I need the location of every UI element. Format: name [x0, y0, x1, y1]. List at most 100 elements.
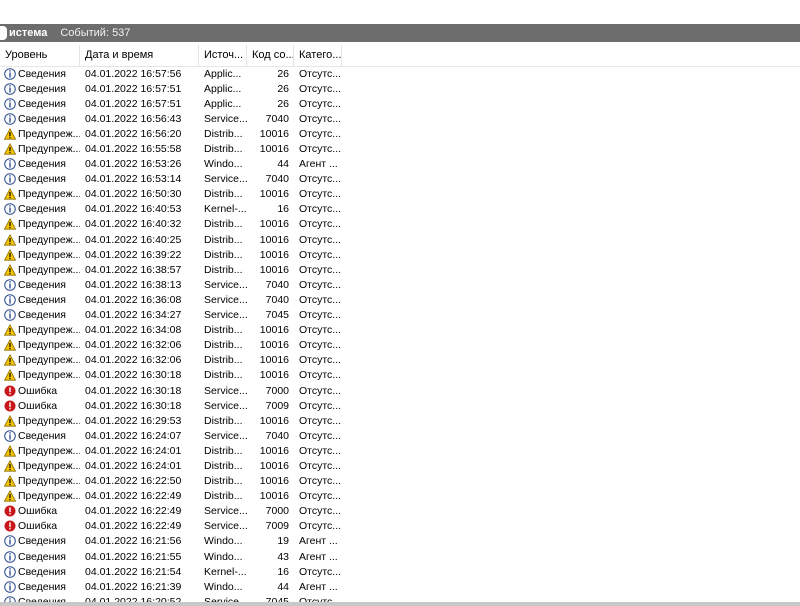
- date-cell: 04.01.2022 16:57:56: [85, 67, 182, 80]
- event-row[interactable]: Предупреж... 04.01.2022 16:32:06 Distrib..…: [0, 353, 800, 368]
- level-label: Сведения: [18, 203, 66, 216]
- level-cell: Сведения: [0, 581, 80, 593]
- column-header-category[interactable]: Катего...: [294, 45, 342, 66]
- source-cell: Service...: [204, 520, 247, 533]
- level-cell: Сведения: [0, 279, 80, 291]
- category-cell: Отсутс...: [299, 354, 342, 367]
- source-cell: Distrib...: [204, 339, 243, 352]
- event-row[interactable]: Предупреж... 04.01.2022 16:30:18 Distrib..…: [0, 368, 800, 383]
- level-label: Предупреж...: [18, 218, 80, 231]
- event-row[interactable]: Предупреж... 04.01.2022 16:24:01 Distrib..…: [0, 458, 800, 473]
- category-cell: Отсутс...: [299, 127, 342, 140]
- level-cell: Сведения: [0, 566, 80, 578]
- event-row[interactable]: Ошибка 04.01.2022 16:30:18 Service... 7000 О…: [0, 383, 800, 398]
- event-row[interactable]: Предупреж... 04.01.2022 16:39:22 Distrib..…: [0, 247, 800, 262]
- event-row[interactable]: Сведения 04.01.2022 16:20:52 Service... 704…: [0, 594, 800, 602]
- date-cell: 04.01.2022 16:56:20: [85, 127, 182, 140]
- source-cell: Service...: [204, 429, 247, 442]
- source-cell: Service...: [204, 309, 247, 322]
- date-cell: 04.01.2022 16:36:08: [85, 293, 182, 306]
- event-row[interactable]: Сведения 04.01.2022 16:38:13 Service... 704…: [0, 277, 800, 292]
- date-cell: 04.01.2022 16:40:53: [85, 203, 182, 216]
- level-cell: Предупреж...: [0, 218, 80, 230]
- category-cell: Отсутс...: [299, 173, 342, 186]
- category-cell: Отсутс...: [299, 248, 342, 261]
- column-header-source[interactable]: Источ...: [199, 45, 247, 66]
- date-cell: 04.01.2022 16:39:22: [85, 248, 182, 261]
- date-cell: 04.01.2022 16:34:08: [85, 324, 182, 337]
- event-row[interactable]: Предупреж... 04.01.2022 16:24:01 Distrib..…: [0, 443, 800, 458]
- column-header-date[interactable]: Дата и время: [80, 45, 199, 66]
- warning-icon: [3, 143, 17, 155]
- event-row[interactable]: Предупреж... 04.01.2022 16:40:32 Distrib..…: [0, 217, 800, 232]
- event-row[interactable]: Сведения 04.01.2022 16:34:27 Service... 704…: [0, 308, 800, 323]
- event-row[interactable]: Ошибка 04.01.2022 16:30:18 Service... 7009 О…: [0, 398, 800, 413]
- event-row[interactable]: Предупреж... 04.01.2022 16:55:58 Distrib..…: [0, 141, 800, 156]
- level-cell: Предупреж...: [0, 459, 80, 472]
- event-row[interactable]: Сведения 04.01.2022 16:53:26 Windo... 44 Аге…: [0, 157, 800, 172]
- category-cell: Отсутс...: [299, 97, 342, 110]
- error-icon: [4, 400, 16, 412]
- horizontal-scrollbar[interactable]: [0, 602, 800, 606]
- event-row[interactable]: Сведения 04.01.2022 16:36:08 Service... 704…: [0, 292, 800, 307]
- event-row[interactable]: Сведения 04.01.2022 16:57:51 Applic... 26 От…: [0, 96, 800, 111]
- date-cell: 04.01.2022 16:22:49: [85, 490, 182, 503]
- event-row[interactable]: Сведения 04.01.2022 16:56:43 Service... 704…: [0, 111, 800, 126]
- column-header-event-id[interactable]: Код со...: [247, 45, 294, 66]
- source-cell: Distrib...: [204, 444, 243, 457]
- event-row[interactable]: Сведения 04.01.2022 16:21:39 Windo... 44 Аге…: [0, 579, 800, 594]
- event-row[interactable]: Сведения 04.01.2022 16:21:56 Windo... 19 Аге…: [0, 534, 800, 549]
- event-id-cell: 10016: [259, 324, 289, 337]
- source-cell: Service...: [204, 112, 247, 125]
- source-cell: Windo...: [204, 158, 243, 171]
- date-cell: 04.01.2022 16:24:01: [85, 459, 182, 472]
- date-cell: 04.01.2022 16:22:50: [85, 475, 182, 488]
- event-id-cell: 44: [277, 580, 289, 593]
- error-icon: [4, 520, 16, 532]
- category-cell: Отсутс...: [299, 218, 342, 231]
- event-row[interactable]: Предупреж... 04.01.2022 16:38:57 Distrib..…: [0, 262, 800, 277]
- event-row[interactable]: Предупреж... 04.01.2022 16:29:53 Distrib..…: [0, 413, 800, 428]
- level-label: Предупреж...: [18, 263, 80, 276]
- column-header-level[interactable]: Уровень: [0, 45, 80, 66]
- event-row[interactable]: Сведения 04.01.2022 16:53:14 Service... 704…: [0, 172, 800, 187]
- event-row[interactable]: Предупреж... 04.01.2022 16:22:49 Distrib..…: [0, 489, 800, 504]
- event-row[interactable]: Сведения 04.01.2022 16:24:07 Service... 704…: [0, 428, 800, 443]
- source-cell: Windo...: [204, 580, 243, 593]
- event-row[interactable]: Ошибка 04.01.2022 16:22:49 Service... 7009 О…: [0, 519, 800, 534]
- event-row[interactable]: Предупреж... 04.01.2022 16:22:50 Distrib..…: [0, 474, 800, 489]
- event-row[interactable]: Сведения 04.01.2022 16:21:55 Windo... 43 Аге…: [0, 549, 800, 564]
- event-row[interactable]: Сведения 04.01.2022 16:21:54 Kernel-... 16 О…: [0, 564, 800, 579]
- event-row[interactable]: Предупреж... 04.01.2022 16:56:20 Distrib..…: [0, 126, 800, 141]
- event-row[interactable]: Сведения 04.01.2022 16:57:56 Applic... 26 От…: [0, 66, 800, 81]
- event-row[interactable]: Предупреж... 04.01.2022 16:34:08 Distrib..…: [0, 323, 800, 338]
- event-id-cell: 10016: [259, 263, 289, 276]
- source-cell: Service...: [204, 173, 247, 186]
- category-cell: Агент ...: [299, 550, 338, 563]
- level-cell: Сведения: [0, 294, 80, 306]
- level-cell: Предупреж...: [0, 188, 80, 200]
- event-row[interactable]: Предупреж... 04.01.2022 16:50:30 Distrib..…: [0, 187, 800, 202]
- event-row[interactable]: Сведения 04.01.2022 16:57:51 Applic... 26 От…: [0, 81, 800, 96]
- level-cell: Предупреж...: [0, 339, 80, 351]
- source-cell: Distrib...: [204, 143, 243, 156]
- event-row[interactable]: Ошибка 04.01.2022 16:22:49 Service... 7000 О…: [0, 504, 800, 519]
- category-cell: Отсутс...: [299, 278, 342, 291]
- warning-icon: [3, 339, 17, 351]
- category-cell: Агент ...: [299, 158, 338, 171]
- event-row[interactable]: Сведения 04.01.2022 16:40:53 Kernel-... 16 О…: [0, 202, 800, 217]
- level-label: Сведения: [18, 580, 66, 593]
- level-cell: Сведения: [0, 173, 80, 185]
- event-row[interactable]: Предупреж... 04.01.2022 16:40:25 Distrib..…: [0, 232, 800, 247]
- level-label: Предупреж...: [18, 369, 80, 382]
- event-row[interactable]: Предупреж... 04.01.2022 16:32:06 Distrib..…: [0, 338, 800, 353]
- info-icon: [4, 173, 16, 186]
- level-label: Предупреж...: [18, 459, 80, 472]
- warning-icon: [3, 459, 17, 472]
- event-list[interactable]: Сведения 04.01.2022 16:57:56 Applic... 26 От…: [0, 66, 800, 602]
- category-cell: Отсутс...: [299, 143, 342, 156]
- info-icon: [4, 294, 16, 306]
- level-cell: Сведения: [0, 68, 80, 80]
- level-label: Предупреж...: [18, 354, 80, 367]
- level-label: Предупреж...: [18, 127, 80, 140]
